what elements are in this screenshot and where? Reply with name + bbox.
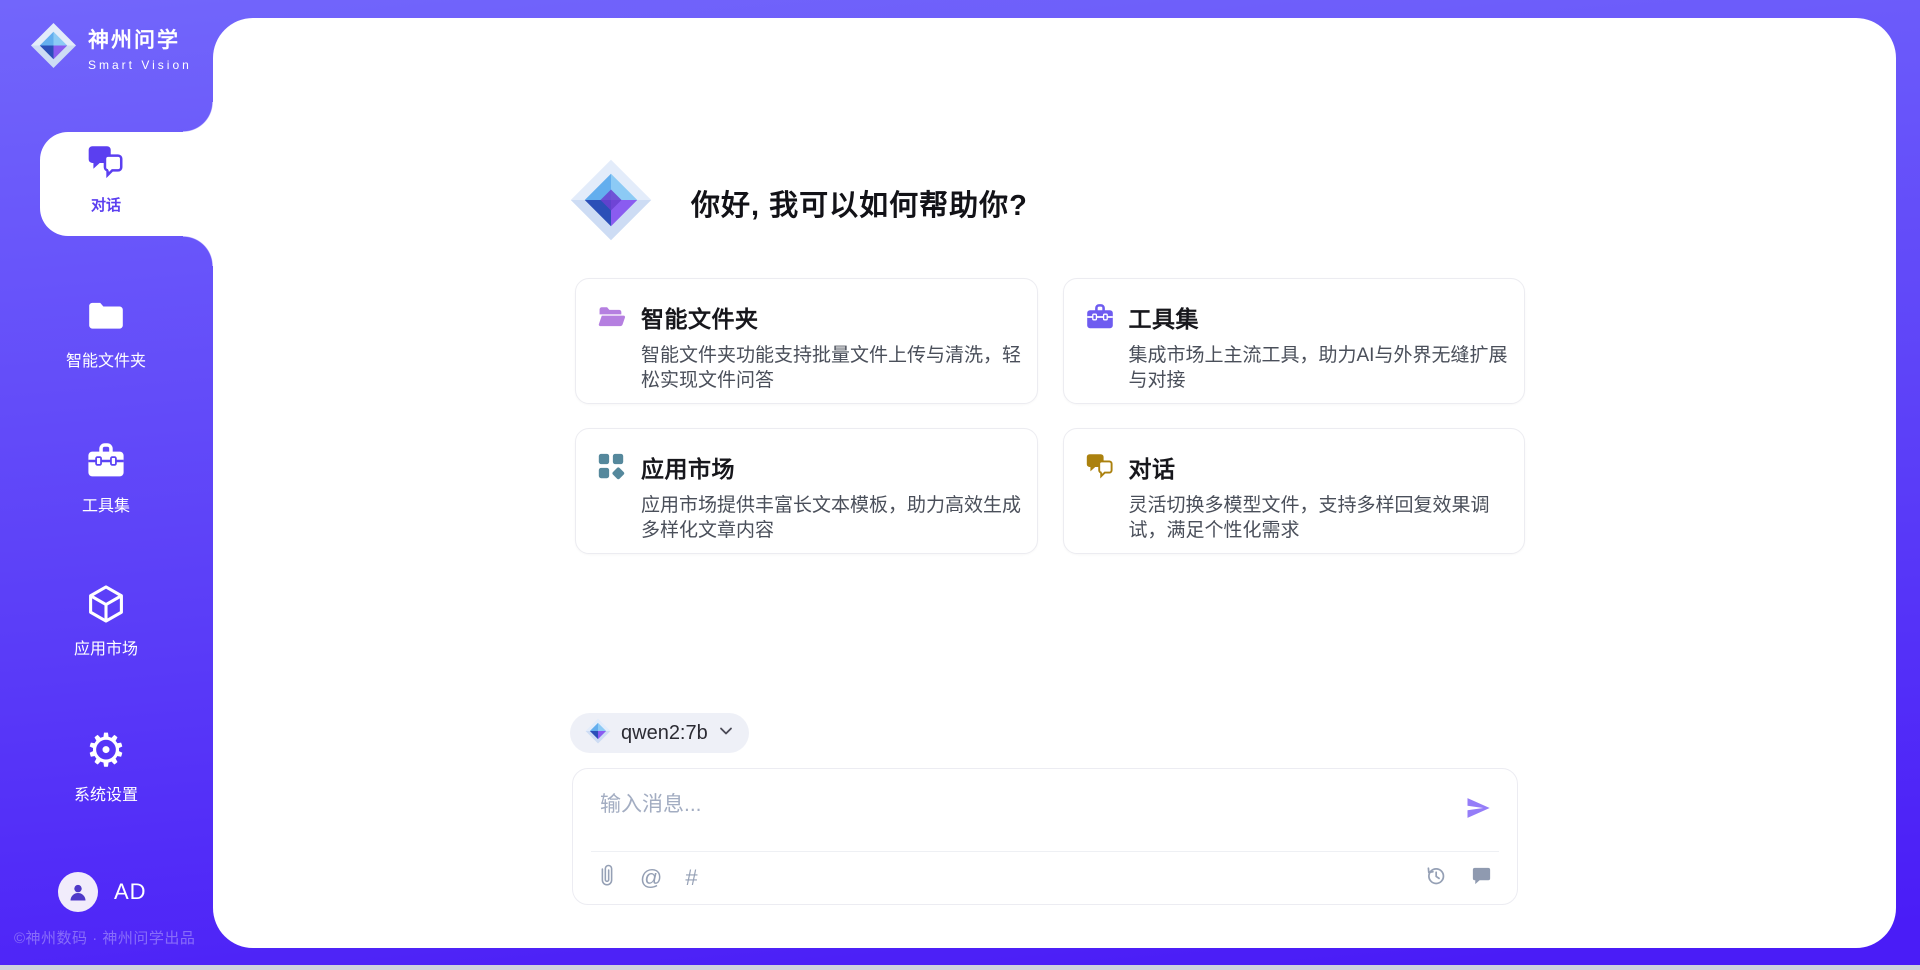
paperclip-icon[interactable]	[597, 864, 617, 893]
sidebar: 神州问学 Smart Vision 对话 智能文件夹	[0, 0, 213, 970]
user-name: AD	[114, 879, 147, 905]
chat-bubble-icon[interactable]	[1470, 864, 1493, 892]
sidebar-item-label: 系统设置	[74, 781, 138, 805]
diamond-logo-icon	[585, 718, 611, 749]
card-toolset[interactable]: 工具集 集成市场上主流工具，助力AI与外界无缝扩展与对接	[1063, 278, 1526, 404]
card-title: 对话	[1129, 450, 1511, 484]
brand-logo: 神州问学 Smart Vision	[30, 22, 192, 74]
composer-toolbar: @ #	[573, 852, 1517, 904]
card-smart-folder[interactable]: 智能文件夹 智能文件夹功能支持批量文件上传与清洗，轻松实现文件问答	[575, 278, 1038, 404]
avatar	[58, 872, 98, 912]
send-icon[interactable]	[1463, 793, 1493, 823]
message-input[interactable]	[573, 769, 1517, 847]
tab-fillet-top	[183, 102, 213, 132]
sidebar-item-toolset[interactable]: 工具集	[6, 439, 206, 516]
message-composer: @ #	[572, 768, 1518, 905]
briefcase-icon	[1084, 300, 1116, 385]
sidebar-item-settings[interactable]: ⚙ 系统设置	[6, 728, 206, 805]
sidebar-item-label: 智能文件夹	[66, 347, 146, 371]
chat-icon	[85, 141, 127, 185]
chat-icon	[1084, 450, 1116, 535]
card-description: 灵活切换多模型文件，支持多样回复效果调试，满足个性化需求	[1129, 493, 1511, 543]
sidebar-item-chat[interactable]: 对话	[46, 141, 166, 215]
greeting: 你好, 我可以如何帮助你?	[569, 158, 1028, 247]
cube-icon	[84, 582, 128, 626]
user-account[interactable]: AD	[58, 872, 147, 912]
model-selector[interactable]: qwen2:7b	[570, 713, 749, 753]
sidebar-item-label: 工具集	[82, 492, 130, 516]
card-description: 应用市场提供丰富长文本模板，助力高效生成多样化文章内容	[641, 493, 1023, 543]
folder-open-icon	[596, 300, 628, 385]
sidebar-item-label: 应用市场	[74, 635, 138, 659]
feature-cards: 智能文件夹 智能文件夹功能支持批量文件上传与清洗，轻松实现文件问答 工具集 集成…	[575, 278, 1525, 554]
copyright-footer: ©神州数码 · 神州问学出品	[14, 927, 204, 948]
greeting-title: 你好, 我可以如何帮助你?	[691, 182, 1028, 224]
card-app-market[interactable]: 应用市场 应用市场提供丰富长文本模板，助力高效生成多样化文章内容	[575, 428, 1038, 554]
gear-icon: ⚙	[85, 728, 126, 772]
history-icon[interactable]	[1424, 864, 1447, 892]
card-title: 应用市场	[641, 450, 1023, 484]
chevron-down-icon	[718, 723, 734, 744]
sidebar-item-smart-folder[interactable]: 智能文件夹	[6, 294, 206, 371]
card-title: 智能文件夹	[641, 300, 1023, 334]
tab-fillet-bottom	[183, 236, 213, 266]
hash-icon[interactable]: #	[685, 867, 697, 889]
sidebar-item-app-market[interactable]: 应用市场	[6, 582, 206, 659]
card-description: 智能文件夹功能支持批量文件上传与清洗，轻松实现文件问答	[641, 343, 1023, 393]
brand-subtitle: Smart Vision	[88, 58, 192, 72]
main-panel: 你好, 我可以如何帮助你? 智能文件夹 智能文件夹功能支持批量文件上传与清洗，轻…	[213, 18, 1896, 948]
card-title: 工具集	[1129, 300, 1511, 334]
brand-name: 神州问学	[88, 24, 192, 54]
card-description: 集成市场上主流工具，助力AI与外界无缝扩展与对接	[1129, 343, 1511, 393]
card-chat[interactable]: 对话 灵活切换多模型文件，支持多样回复效果调试，满足个性化需求	[1063, 428, 1526, 554]
at-icon[interactable]: @	[640, 867, 662, 889]
sidebar-item-label: 对话	[91, 194, 121, 215]
bottom-edge-strip	[0, 965, 1920, 970]
app-grid-icon	[596, 450, 628, 535]
briefcase-icon	[84, 439, 128, 483]
model-name: qwen2:7b	[621, 722, 708, 745]
folder-icon	[85, 294, 127, 338]
diamond-logo-icon	[569, 158, 653, 247]
diamond-logo-icon	[30, 22, 77, 74]
